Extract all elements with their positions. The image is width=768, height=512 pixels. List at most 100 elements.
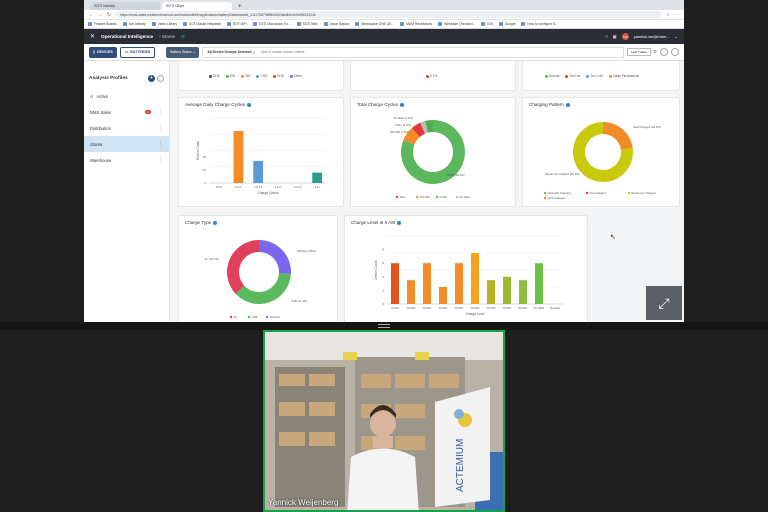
sidebar-item-stores[interactable]: Stores ⋮: [84, 136, 169, 152]
user-name[interactable]: yannick.we@mber...: [634, 34, 670, 39]
legend-item[interactable]: Normal: [545, 74, 559, 78]
browser-tab[interactable]: SOTI Objet: [162, 2, 232, 10]
address-bar[interactable]: https://mxsi-sales.mobicontrolcloud.com/…: [115, 11, 662, 18]
chevron-down-icon[interactable]: ⌄: [675, 34, 678, 39]
bar[interactable]: [391, 263, 399, 304]
more-options-icon[interactable]: ⋮: [158, 125, 163, 131]
add-profile-icon[interactable]: +: [148, 75, 155, 82]
bar[interactable]: [233, 131, 244, 183]
legend-item[interactable]: IHS: [225, 74, 235, 78]
legend-item[interactable]: Other: [289, 74, 302, 78]
bar[interactable]: [423, 263, 431, 304]
x-axis-label: Charge Level: [466, 312, 485, 316]
bookmark-item[interactable]: SOTI Wiki: [297, 22, 318, 26]
fullscreen-button[interactable]: ⤢: [646, 286, 682, 320]
bar[interactable]: [519, 280, 527, 304]
reload-icon[interactable]: ↻: [106, 12, 112, 18]
slice-label: Spot Charged (22.9%): [633, 125, 661, 129]
filter-input[interactable]: Add to create custom criteria: [261, 50, 304, 54]
pie-slice[interactable]: [235, 273, 291, 304]
bookmark-item[interactable]: Webbase | Reconci...: [438, 22, 475, 26]
legend-label: Too Cold: [590, 74, 603, 78]
bookmark-item[interactable]: iOS: [481, 22, 493, 26]
dashboard-main: DHS IHS 360 CHD EHS Other 0.7% Normal Too Hot T…: [170, 61, 684, 322]
legend-item[interactable]: 0.7%: [426, 74, 437, 78]
browser-tab[interactable]: SOTI Identity: [90, 2, 160, 10]
legend-label: Other: [293, 74, 302, 78]
pie-slice[interactable]: [603, 122, 633, 150]
bookmark-item[interactable]: SOTI API: [227, 22, 247, 26]
bar[interactable]: [312, 172, 323, 183]
help-icon[interactable]: ?: [606, 34, 608, 39]
devices-button[interactable]: ▯ DEVICES: [89, 46, 117, 58]
participant-video: ACTEMIUM Yannick Weijenberg: [263, 330, 505, 512]
batteries-button[interactable]: ▭ BATTERIES: [119, 46, 156, 58]
back-icon[interactable]: ←: [88, 12, 94, 18]
refresh-icon[interactable]: ⟳: [181, 34, 185, 40]
legend-item[interactable]: DHS: [209, 74, 220, 78]
active-filter-icon: ⊙: [90, 93, 94, 99]
resize-handle[interactable]: [378, 324, 390, 328]
legend-label: 301-500: [420, 195, 431, 199]
bookmark-item[interactable]: Feature Boards: [88, 22, 117, 26]
export-icon[interactable]: [660, 48, 668, 56]
more-options-icon[interactable]: ⋮: [158, 157, 163, 163]
pie-slice[interactable]: [227, 240, 259, 294]
charge-level-card: Charge Level at 6 AM 0 2 4 6 8 0-10% 10-20% 20-…: [344, 215, 588, 322]
new-tab-icon[interactable]: +: [238, 4, 242, 10]
bar[interactable]: [471, 253, 479, 304]
legend-item[interactable]: Too Hot: [565, 74, 580, 78]
legend-item[interactable]: Large Fluctuations: [608, 74, 639, 78]
y-axis-label: Device Count: [196, 141, 200, 160]
device-group-select[interactable]: All Device Groups Selected ⌄: [207, 50, 255, 54]
legend-item[interactable]: EHS: [273, 74, 284, 78]
bar[interactable]: [487, 280, 495, 304]
bookmark-item[interactable]: Google: [499, 22, 516, 26]
bar[interactable]: [439, 287, 447, 304]
bar[interactable]: [455, 263, 463, 304]
y-tick-label: 4: [382, 275, 384, 279]
menu-icon[interactable]: ⋯: [674, 12, 680, 18]
bar[interactable]: [407, 280, 415, 304]
bar[interactable]: [253, 160, 264, 183]
card-top-right: Normal Too Hot Too Cold Large Fluctuations: [522, 61, 680, 91]
breadcrumb: › Stores: [159, 34, 176, 39]
more-options-icon[interactable]: ⋮: [158, 141, 163, 147]
sidebar-item-warehouse[interactable]: Warehouse ⋮: [84, 152, 169, 168]
legend-item[interactable]: CHD: [256, 74, 267, 78]
sidebar-item-nms-sales[interactable]: NMS Sales 1 ⋮: [84, 104, 169, 120]
sidebar-item-active[interactable]: ⊙ Active: [84, 88, 169, 104]
filter-bar[interactable]: All Device Groups Selected ⌄ Add to crea…: [202, 46, 625, 58]
sidebar-item-distribution[interactable]: Distribution ⋮: [84, 120, 169, 136]
bookmark-item[interactable]: MDM Restrictions: [400, 22, 432, 26]
legend-label: CHD: [260, 74, 268, 78]
battery-status-select[interactable]: Battery Status ⌄: [166, 46, 200, 58]
bar[interactable]: [535, 263, 543, 304]
more-options-icon[interactable]: ⋮: [158, 109, 163, 115]
avatar[interactable]: YW: [621, 33, 629, 40]
legend-item[interactable]: 360: [241, 74, 250, 78]
share-icon[interactable]: [671, 48, 679, 56]
date-range-select[interactable]: Last 7 days: [627, 48, 651, 56]
bar[interactable]: [503, 276, 511, 304]
settings-icon[interactable]: [157, 75, 164, 82]
forward-icon[interactable]: →: [97, 12, 103, 18]
close-app-icon[interactable]: ✕: [90, 33, 95, 40]
x-tick-label: 0.5-1: [236, 185, 242, 189]
bookmark-item[interactable]: Jason Baylon: [324, 22, 350, 26]
bookmark-item[interactable]: How to configure S...: [521, 22, 558, 26]
star-icon[interactable]: ☆: [665, 12, 671, 18]
sidebar-item-label: Distribution: [90, 125, 111, 131]
grid-icon[interactable]: ▦: [613, 34, 617, 39]
pie-slice[interactable]: [259, 240, 291, 275]
mouse-cursor-icon: ↖: [610, 234, 616, 241]
bookmark-item[interactable]: Get Identity: [123, 22, 146, 26]
search-icon[interactable]: ⌕: [654, 49, 657, 56]
bookmark-item[interactable]: SOTI Discussion Fo...: [253, 22, 291, 26]
legend-item[interactable]: Too Cold: [586, 74, 603, 78]
bookmark-item[interactable]: Workspace ONE UE...: [355, 22, 394, 26]
x-tick-label: 1.5-2: [275, 185, 281, 189]
legend-label: Overcharged: [590, 191, 607, 195]
bookmark-item[interactable]: SOTI Assist Helpdesk: [183, 22, 221, 26]
bookmark-item[interactable]: Video Library: [152, 22, 177, 26]
